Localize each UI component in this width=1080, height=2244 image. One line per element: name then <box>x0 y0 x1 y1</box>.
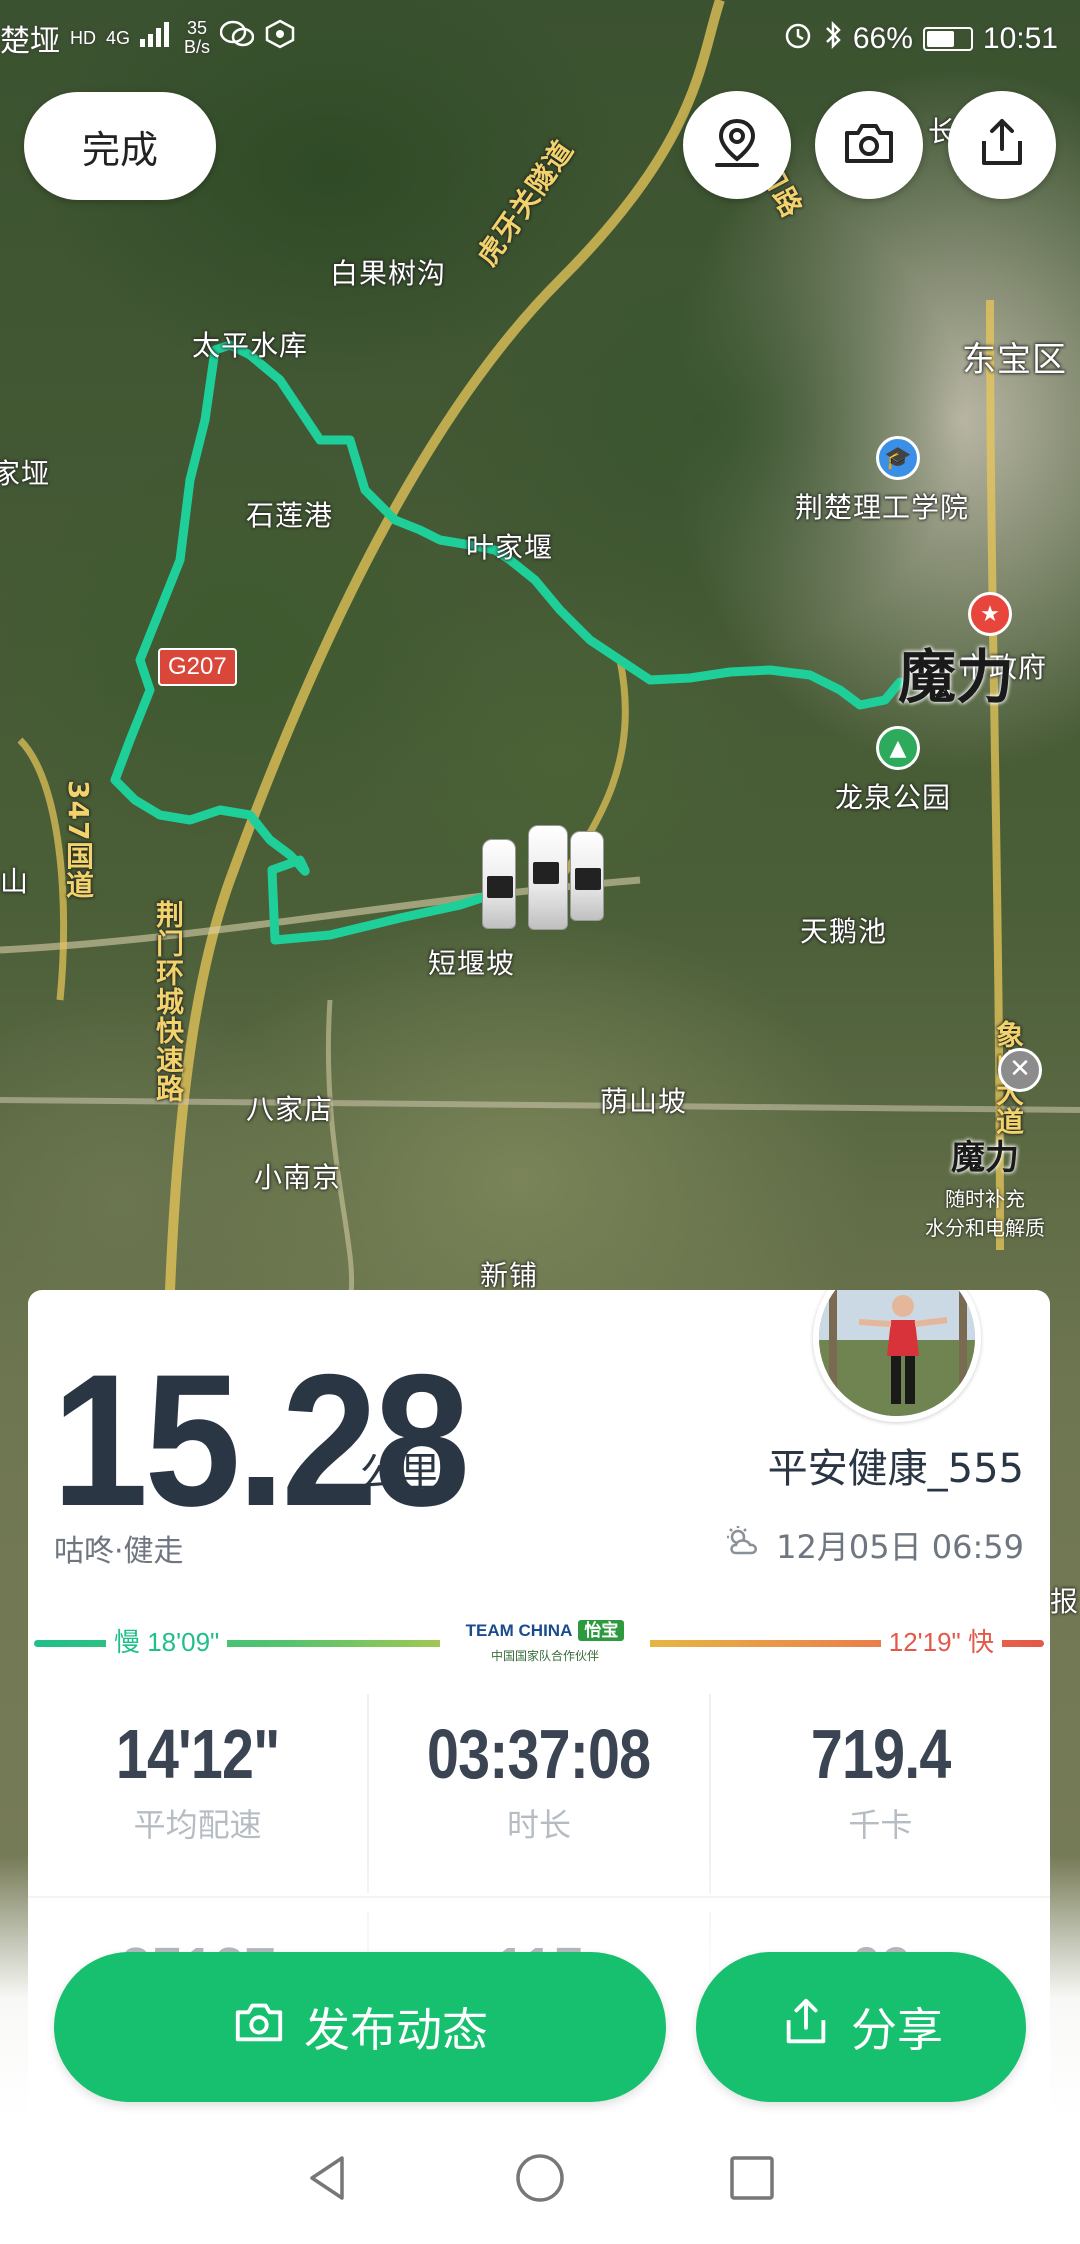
distance-unit: 公里 <box>360 1450 440 1496</box>
map-label-baiguoshugou: 白果树沟 <box>330 257 447 290</box>
share-action-label: 分享 <box>851 2003 943 2057</box>
alarm-icon <box>783 20 813 58</box>
map-label-yinshanpo: 荫山坡 <box>600 1085 688 1118</box>
drink-bottles-marker[interactable] <box>478 825 608 940</box>
sponsor-caption: 中国国家队合作伙伴 <box>490 1649 599 1663</box>
signal-icon <box>140 21 174 55</box>
road-shield-g207: G207 <box>158 648 237 686</box>
clock: 10:51 <box>982 22 1058 55</box>
pace-fastest: 12'19" 快 <box>880 1622 1002 1659</box>
avatar[interactable] <box>813 1290 981 1422</box>
camera-icon <box>232 1995 286 2060</box>
map-label-jiayan: 家垭 <box>0 457 51 490</box>
sponsor-brand: TEAM CHINA <box>465 1621 573 1640</box>
recents-square-icon[interactable] <box>726 2152 778 2208</box>
status-bar: 楚垭 HD 4G 35 B/s 66% 10:51 <box>0 0 1080 74</box>
university-icon[interactable]: 🎓 <box>876 436 920 480</box>
back-triangle-icon[interactable] <box>302 2152 354 2208</box>
stat-label: 千卡 <box>848 1806 913 1844</box>
stat-label: 平均配速 <box>133 1806 262 1844</box>
map-label-university: 荆楚理工学院 <box>795 491 970 524</box>
location-pin-icon <box>709 115 765 175</box>
system-navigation-bar <box>0 2116 1080 2244</box>
bluetooth-icon <box>823 20 843 58</box>
ad-tagline-2: 水分和电解质 <box>925 1216 1045 1240</box>
share-icon <box>974 115 1030 175</box>
done-button[interactable]: 完成 <box>24 92 216 200</box>
stat-value: 14'12" <box>115 1715 280 1793</box>
share-icon <box>779 1995 833 2060</box>
map-label-xinpu: 新铺 <box>480 1259 539 1292</box>
map-label-ring-road: 荆门环城快速路 <box>152 900 185 1103</box>
publish-post-label: 发布动态 <box>304 2003 488 2057</box>
network-speed-unit: B/s <box>184 37 211 57</box>
carrier-name: 楚垭 <box>0 25 60 58</box>
datetime-text: 12月05日 06:59 <box>776 1528 1024 1566</box>
map-label-tianechi: 天鹅池 <box>800 915 888 948</box>
map-label-taipingshuiku: 太平水库 <box>192 329 309 362</box>
ad-brand: 魔力 <box>951 1138 1019 1178</box>
map-label-duanyanpo: 短堰坡 <box>428 947 516 980</box>
map-label-shilianggang: 石莲港 <box>246 499 334 532</box>
ad-brand-map-tag[interactable]: 魔力 <box>898 630 1014 714</box>
hexagon-app-icon <box>264 19 296 57</box>
map-label-bajiadian: 八家店 <box>246 1093 334 1126</box>
partly-cloudy-icon <box>724 1525 764 1565</box>
network-hd: HD <box>70 28 96 48</box>
battery-icon <box>922 27 973 51</box>
battery-percent: 66% <box>852 22 913 55</box>
map-label-yejiayan: 叶家堰 <box>466 531 554 564</box>
park-tree-icon[interactable]: ▲ <box>876 726 920 770</box>
sponsor-partner: 怡宝 <box>578 1620 625 1641</box>
wechat-icon <box>219 20 255 56</box>
username[interactable]: 平安健康_555 <box>768 1436 1024 1494</box>
sponsor-logo: TEAM CHINA 怡宝 中国国家队合作伙伴 <box>440 1616 650 1668</box>
network-speed-value: 35 <box>187 18 208 38</box>
pace-gradient-bar: 慢 18'09" TEAM CHINA 怡宝 中国国家队合作伙伴 12'19" 快 <box>28 1608 1050 1678</box>
home-circle-icon[interactable] <box>514 2152 566 2208</box>
location-pin-button[interactable] <box>683 91 791 199</box>
pace-slowest: 慢 18'09" <box>106 1622 228 1659</box>
sport-type: 咕咚·健走 <box>54 1534 184 1569</box>
stat-label: 时长 <box>506 1806 571 1844</box>
map-label-dongbaoqu: 东宝区 <box>962 340 1067 380</box>
camera-button[interactable] <box>815 91 923 199</box>
stat-value: 719.4 <box>810 1715 951 1793</box>
map-label-road-347: 347国道 <box>62 780 95 900</box>
camera-icon <box>841 115 897 175</box>
network-generation: 4G <box>106 28 131 48</box>
publish-post-button[interactable]: 发布动态 <box>54 1952 666 2102</box>
workout-datetime: 12月05日 06:59 <box>724 1522 1024 1568</box>
share-button[interactable] <box>948 91 1056 199</box>
map-label-bao: 报 <box>1050 1585 1080 1618</box>
stat-value: 03:37:08 <box>427 1715 651 1793</box>
map-label-xiaonanjing: 小南京 <box>254 1161 342 1194</box>
map-label-shan: 山 <box>0 865 30 898</box>
share-action-button[interactable]: 分享 <box>696 1952 1026 2102</box>
map-label-longquan-park: 龙泉公园 <box>835 781 952 814</box>
ad-banner[interactable]: 魔力 随时补充 水分和电解质 <box>890 1050 1080 1241</box>
ad-tagline-1: 随时补充 <box>945 1187 1025 1211</box>
